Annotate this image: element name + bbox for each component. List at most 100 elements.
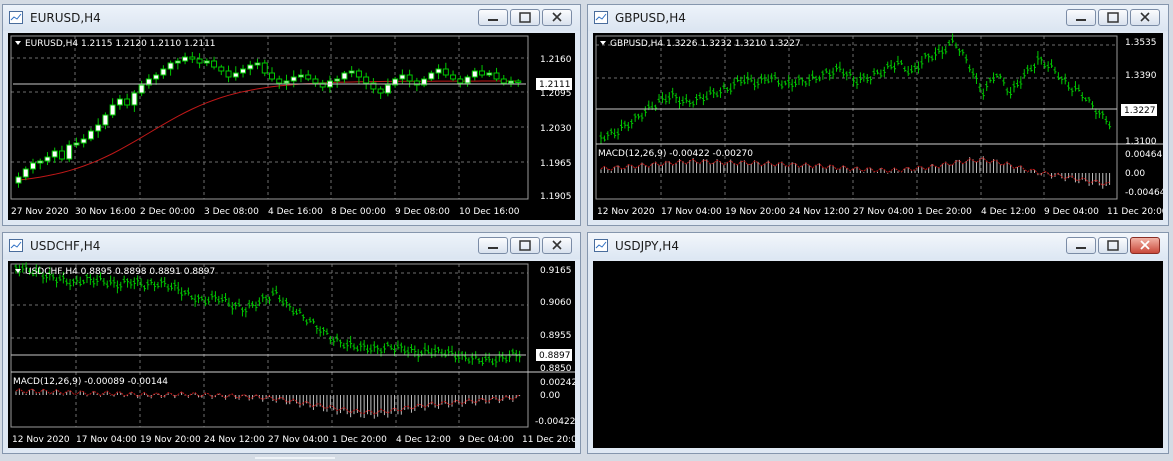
price-label: 1.3535 bbox=[1125, 38, 1157, 48]
macd-axis-label: -0.00464 bbox=[1125, 188, 1163, 198]
price-label: 1.3390 bbox=[1125, 71, 1157, 81]
time-label: 24 Nov 12:00 bbox=[789, 207, 850, 217]
title-bar[interactable]: USDCHF,H4 bbox=[3, 233, 580, 259]
close-icon bbox=[552, 12, 562, 22]
time-label: 9 Dec 04:00 bbox=[1044, 207, 1099, 217]
time-label: 27 Nov 2020 bbox=[11, 207, 69, 217]
chart-window-icon bbox=[9, 11, 23, 24]
minimize-icon bbox=[488, 247, 498, 249]
minimize-button[interactable] bbox=[1066, 237, 1096, 254]
price-label: 0.8955 bbox=[540, 331, 572, 341]
close-button[interactable] bbox=[1130, 237, 1160, 254]
grid bbox=[10, 263, 529, 428]
title-bar[interactable]: USDJPY,H4 bbox=[588, 233, 1168, 259]
chart-area-empty[interactable] bbox=[593, 261, 1163, 448]
current-price-label: 0.8897 bbox=[539, 351, 571, 361]
time-label: 9 Dec 08:00 bbox=[395, 207, 450, 217]
time-label: 9 Dec 04:00 bbox=[459, 435, 514, 445]
grid bbox=[595, 35, 1118, 200]
macd-axis-label: 0.00 bbox=[1125, 169, 1145, 179]
time-label: 1 Dec 20:00 bbox=[917, 207, 972, 217]
info-dropdown-icon[interactable] bbox=[600, 41, 606, 45]
time-label: 27 Nov 04:00 bbox=[268, 435, 329, 445]
window-title: USDJPY,H4 bbox=[615, 239, 679, 253]
close-icon bbox=[552, 240, 562, 250]
restore-icon bbox=[1107, 240, 1119, 251]
time-label: 4 Dec 12:00 bbox=[396, 435, 451, 445]
window-title: USDCHF,H4 bbox=[30, 239, 101, 253]
chart-window-gbpusd[interactable]: GBPUSD,H4 GBPUSD,H4 1.3226 1.3232 1.3210… bbox=[587, 4, 1169, 226]
window-title: EURUSD,H4 bbox=[30, 11, 101, 25]
close-button[interactable] bbox=[542, 9, 572, 26]
title-bar[interactable]: GBPUSD,H4 bbox=[588, 5, 1168, 31]
chart-area[interactable]: EURUSD,H4 1.2115 1.2120 1.2110 1.2111 1.… bbox=[8, 33, 575, 220]
price-label: 1.2095 bbox=[540, 89, 572, 99]
time-label: 27 Nov 04:00 bbox=[853, 207, 914, 217]
close-icon bbox=[1140, 240, 1150, 250]
macd-signal-line bbox=[600, 157, 1110, 187]
time-label: 19 Nov 20:00 bbox=[140, 435, 201, 445]
close-button[interactable] bbox=[1130, 9, 1160, 26]
chart-window-eurusd[interactable]: EURUSD,H4 EURUSD,H4 1.2115 1.2120 1.2110… bbox=[2, 4, 581, 226]
minimize-button[interactable] bbox=[478, 237, 508, 254]
macd-axis-label: 0.00 bbox=[540, 391, 560, 401]
price-label: 0.8850 bbox=[540, 364, 572, 374]
chart-area[interactable]: USDCHF,H4 0.8895 0.8898 0.8891 0.8897 MA… bbox=[8, 261, 575, 448]
symbol-info: EURUSD,H4 1.2115 1.2120 1.2110 1.2111 bbox=[25, 39, 216, 49]
info-dropdown-icon[interactable] bbox=[15, 41, 21, 45]
restore-icon bbox=[1107, 12, 1119, 23]
price-chart[interactable]: GBPUSD,H4 1.3226 1.3232 1.3210 1.3227 MA… bbox=[593, 33, 1163, 220]
time-label: 11 Dec 20:00 bbox=[522, 435, 575, 445]
minimize-icon bbox=[1076, 247, 1086, 249]
macd-axis-label: 0.00242 bbox=[540, 378, 575, 388]
chart-window-usdjpy[interactable]: USDJPY,H4 bbox=[587, 232, 1169, 454]
macd-label: MACD(12,26,9) -0.00422 -0.00270 bbox=[598, 149, 753, 159]
chart-window-icon bbox=[594, 11, 608, 24]
time-label: 4 Dec 12:00 bbox=[981, 207, 1036, 217]
price-chart[interactable]: USDCHF,H4 0.8895 0.8898 0.8891 0.8897 MA… bbox=[8, 261, 575, 448]
minimize-button[interactable] bbox=[1066, 9, 1096, 26]
minimize-button[interactable] bbox=[478, 9, 508, 26]
maximize-button[interactable] bbox=[1098, 237, 1128, 254]
bottom-scroll-hint bbox=[255, 457, 335, 459]
symbol-info: GBPUSD,H4 1.3226 1.3232 1.3210 1.3227 bbox=[610, 39, 801, 49]
price-label: 0.9060 bbox=[540, 298, 572, 308]
time-label: 12 Nov 2020 bbox=[597, 207, 655, 217]
macd-axis-label: 0.00464 bbox=[1125, 150, 1162, 160]
price-label: 1.2030 bbox=[540, 124, 572, 134]
time-label: 24 Nov 12:00 bbox=[204, 435, 265, 445]
title-bar[interactable]: EURUSD,H4 bbox=[3, 5, 580, 31]
chart-window-icon bbox=[9, 239, 23, 252]
maximize-button[interactable] bbox=[510, 9, 540, 26]
time-label: 30 Nov 16:00 bbox=[75, 207, 136, 217]
window-title: GBPUSD,H4 bbox=[615, 11, 686, 25]
macd-axis-label: -0.00422 bbox=[535, 417, 575, 427]
current-price-label: 1.3227 bbox=[1124, 106, 1156, 116]
chart-window-usdchf[interactable]: USDCHF,H4 USDCHF,H4 0.8895 0.8898 0.8891… bbox=[2, 232, 581, 454]
maximize-button[interactable] bbox=[1098, 9, 1128, 26]
restore-icon bbox=[519, 240, 531, 251]
close-icon bbox=[1140, 12, 1150, 22]
price-label: 1.1965 bbox=[540, 159, 572, 169]
time-label: 3 Dec 08:00 bbox=[204, 207, 259, 217]
price-label: 1.3100 bbox=[1125, 137, 1157, 147]
maximize-button[interactable] bbox=[510, 237, 540, 254]
price-bars bbox=[599, 33, 1112, 144]
time-label: 17 Nov 04:00 bbox=[661, 207, 722, 217]
grid bbox=[10, 35, 529, 200]
minimize-icon bbox=[488, 19, 498, 21]
close-button[interactable] bbox=[542, 237, 572, 254]
macd-label: MACD(12,26,9) -0.00089 -0.00144 bbox=[13, 377, 168, 387]
chart-area[interactable]: GBPUSD,H4 1.3226 1.3232 1.3210 1.3227 MA… bbox=[593, 33, 1163, 220]
time-label: 11 Dec 20:00 bbox=[1107, 207, 1163, 217]
price-label: 1.1905 bbox=[540, 192, 572, 202]
price-chart[interactable]: EURUSD,H4 1.2115 1.2120 1.2110 1.2111 1.… bbox=[8, 33, 575, 220]
time-label: 2 Dec 00:00 bbox=[140, 207, 195, 217]
current-price-label: 1.2111 bbox=[539, 80, 571, 90]
time-label: 1 Dec 20:00 bbox=[332, 435, 387, 445]
time-label: 17 Nov 04:00 bbox=[76, 435, 137, 445]
time-label: 4 Dec 16:00 bbox=[268, 207, 323, 217]
time-label: 12 Nov 2020 bbox=[12, 435, 70, 445]
minimize-icon bbox=[1076, 19, 1086, 21]
price-label: 1.2160 bbox=[540, 55, 572, 65]
